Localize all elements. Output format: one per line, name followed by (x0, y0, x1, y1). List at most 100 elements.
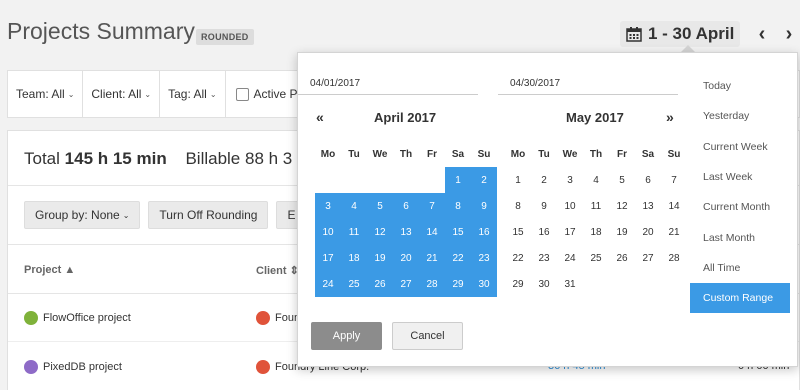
calendar-day[interactable]: 17 (557, 219, 583, 245)
turn-off-rounding-button[interactable]: Turn Off Rounding (148, 201, 269, 229)
date-range-button[interactable]: 1 - 30 April (620, 21, 741, 47)
calendar-day[interactable]: 23 (531, 245, 557, 271)
client-column-header[interactable]: Client ⇕ (256, 264, 299, 277)
calendar-day[interactable]: 20 (635, 219, 661, 245)
calendar-day[interactable]: 10 (557, 193, 583, 219)
preset-current-week[interactable]: Current Week (690, 132, 790, 162)
project-icon (24, 360, 38, 374)
preset-yesterday[interactable]: Yesterday (690, 101, 790, 131)
sort-ascending-icon: ▲ (64, 264, 76, 276)
calendar-day[interactable]: 1 (505, 167, 531, 193)
calendar-day[interactable]: 19 (609, 219, 635, 245)
calendar-day[interactable]: 9 (471, 193, 497, 219)
calendar-day[interactable]: 17 (315, 245, 341, 271)
calendar-day[interactable]: 11 (341, 219, 367, 245)
preset-last-week[interactable]: Last Week (690, 162, 790, 192)
weekday-header: Sa (451, 148, 465, 160)
apply-button[interactable]: Apply (311, 322, 382, 350)
calendar-day[interactable]: 5 (609, 167, 635, 193)
weekday-header: We (562, 148, 578, 160)
client-icon (256, 311, 270, 325)
calendar-day[interactable]: 22 (445, 245, 471, 271)
calendar-day[interactable]: 4 (341, 193, 367, 219)
calendar-day[interactable]: 25 (583, 245, 609, 271)
calendar-day[interactable]: 2 (531, 167, 557, 193)
calendar-day[interactable]: 24 (315, 271, 341, 297)
calendar-day[interactable]: 23 (471, 245, 497, 271)
calendar-day[interactable]: 21 (661, 219, 687, 245)
calendar-day[interactable]: 21 (419, 245, 445, 271)
calendar-day[interactable]: 31 (557, 271, 583, 297)
calendar-day[interactable]: 1 (445, 167, 471, 193)
calendar-day[interactable]: 25 (341, 271, 367, 297)
calendar-day[interactable]: 6 (393, 193, 419, 219)
calendar-day[interactable]: 15 (445, 219, 471, 245)
calendar-day[interactable]: 27 (393, 271, 419, 297)
team-filter[interactable]: Team: All ⌄ (8, 71, 84, 117)
end-date-input[interactable] (498, 73, 678, 95)
calendar-day[interactable]: 29 (505, 271, 531, 297)
project-column-header[interactable]: Project ▲ (24, 264, 75, 276)
previous-month-button[interactable]: « (316, 109, 324, 125)
calendar-day[interactable]: 11 (583, 193, 609, 219)
weekday-header: Su (667, 148, 681, 160)
calendar-day[interactable]: 16 (471, 219, 497, 245)
checkbox[interactable] (235, 87, 249, 101)
calendar-day[interactable]: 7 (661, 167, 687, 193)
tag-filter[interactable]: Tag: All ⌄ (160, 71, 226, 117)
calendar-day[interactable]: 2 (471, 167, 497, 193)
preset-current-month[interactable]: Current Month (690, 192, 790, 222)
preset-all-time[interactable]: All Time (690, 253, 790, 283)
calendar-day[interactable]: 18 (341, 245, 367, 271)
calendar-day[interactable]: 15 (505, 219, 531, 245)
next-month-button[interactable]: » (666, 109, 674, 125)
calendar-day[interactable]: 14 (661, 193, 687, 219)
page-title: Projects Summary (7, 18, 195, 44)
client-filter[interactable]: Client: All ⌄ (83, 71, 161, 117)
calendar-day[interactable]: 13 (393, 219, 419, 245)
project-name: FlowOffice project (43, 312, 131, 324)
next-period-button[interactable]: › (778, 22, 800, 46)
calendar-day[interactable]: 8 (505, 193, 531, 219)
calendar-day[interactable]: 20 (393, 245, 419, 271)
previous-period-button[interactable]: ‹ (751, 22, 773, 46)
calendar-day[interactable]: 6 (635, 167, 661, 193)
calendar-day[interactable]: 12 (367, 219, 393, 245)
project-column-label: Project (24, 264, 62, 276)
weekday-header: Tu (538, 148, 550, 160)
calendar-day[interactable]: 8 (445, 193, 471, 219)
calendar-day[interactable]: 18 (583, 219, 609, 245)
calendar-empty-cell (315, 167, 341, 193)
calendar-day[interactable]: 3 (557, 167, 583, 193)
group-by-button[interactable]: Group by: None ⌄ (24, 201, 141, 229)
calendar-day[interactable]: 7 (419, 193, 445, 219)
calendar-day[interactable]: 3 (315, 193, 341, 219)
preset-today[interactable]: Today (690, 71, 790, 101)
calendar-day[interactable]: 28 (419, 271, 445, 297)
calendar-day[interactable]: 30 (531, 271, 557, 297)
calendar-day[interactable]: 22 (505, 245, 531, 271)
calendar-day[interactable]: 16 (531, 219, 557, 245)
calendar-day[interactable]: 26 (367, 271, 393, 297)
calendar-day[interactable]: 5 (367, 193, 393, 219)
calendar-day[interactable]: 30 (471, 271, 497, 297)
preset-custom-range[interactable]: Custom Range (690, 283, 790, 314)
calendar-day[interactable]: 14 (419, 219, 445, 245)
calendar-day[interactable]: 9 (531, 193, 557, 219)
calendar-day[interactable]: 26 (609, 245, 635, 271)
calendar-day[interactable]: 29 (445, 271, 471, 297)
weekday-header: Mo (320, 148, 336, 160)
calendar-day[interactable]: 10 (315, 219, 341, 245)
active-projects-checkbox[interactable]: Active P (226, 87, 308, 101)
calendar-day[interactable]: 28 (661, 245, 687, 271)
calendar-empty-cell (393, 167, 419, 193)
calendar-day[interactable]: 19 (367, 245, 393, 271)
calendar-day[interactable]: 12 (609, 193, 635, 219)
start-date-input[interactable] (298, 73, 478, 95)
calendar-day[interactable]: 13 (635, 193, 661, 219)
preset-last-month[interactable]: Last Month (690, 222, 790, 252)
calendar-day[interactable]: 24 (557, 245, 583, 271)
calendar-day[interactable]: 4 (583, 167, 609, 193)
calendar-day[interactable]: 27 (635, 245, 661, 271)
cancel-button[interactable]: Cancel (392, 322, 463, 350)
